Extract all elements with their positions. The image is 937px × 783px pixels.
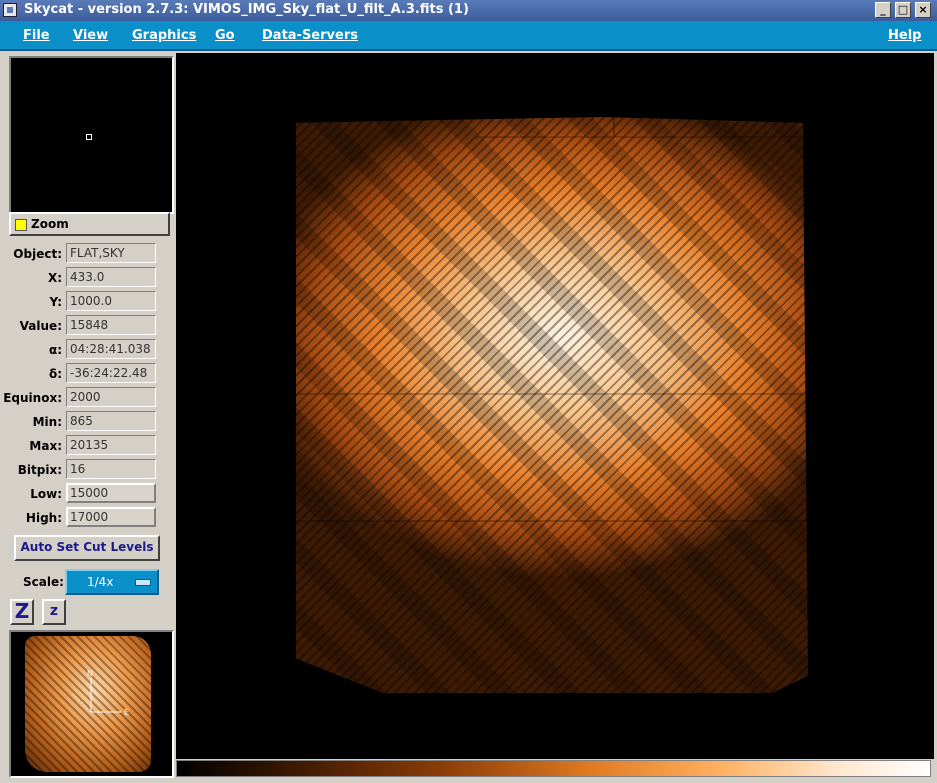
colormap-bar[interactable] xyxy=(176,760,931,777)
high-label: High: xyxy=(25,511,62,525)
title-bar: Skycat - version 2.7.3: VIMOS_IMG_Sky_fl… xyxy=(0,0,937,21)
maximize-button[interactable]: □ xyxy=(895,2,911,18)
svg-text:E: E xyxy=(124,708,129,717)
min-label: Min: xyxy=(32,415,62,429)
ra-label: α: xyxy=(48,343,62,357)
menu-help[interactable]: Help xyxy=(888,28,921,43)
value-field: 15848 xyxy=(66,315,156,335)
object-label: Object: xyxy=(13,247,62,261)
min-field: 865 xyxy=(66,411,156,431)
svg-text:N: N xyxy=(87,669,93,678)
zoom-toggle[interactable]: Zoom xyxy=(9,212,170,236)
info-row-y: Y: 1000.0 xyxy=(6,291,174,313)
control-panel: Zoom Object: FLAT,SKY X: 433.0 Y: 1000.0… xyxy=(3,53,174,778)
info-row-object: Object: FLAT,SKY xyxy=(6,243,174,265)
auto-set-cut-levels-button[interactable]: Auto Set Cut Levels xyxy=(14,535,160,561)
scale-menu-button[interactable]: 1/4x xyxy=(65,569,159,595)
zoom-in-button[interactable]: Z xyxy=(10,599,34,625)
equinox-field: 2000 xyxy=(66,387,156,407)
zoom-checkbox[interactable] xyxy=(15,219,27,231)
fits-image[interactable] xyxy=(296,117,808,693)
panner-view[interactable] xyxy=(9,56,174,214)
low-label: Low: xyxy=(30,487,62,501)
bitpix-field: 16 xyxy=(66,459,156,479)
image-canvas[interactable] xyxy=(176,53,934,759)
compass-icon: N E xyxy=(72,669,129,717)
panner-viewport-marker[interactable] xyxy=(86,134,92,140)
bitpix-label: Bitpix: xyxy=(17,463,62,477)
info-row-low: Low: 15000 xyxy=(6,483,174,505)
high-cut-input[interactable]: 17000 xyxy=(66,507,156,527)
zoom-window[interactable]: N E xyxy=(9,630,174,778)
option-menu-indicator-icon xyxy=(135,579,151,586)
menu-view[interactable]: View xyxy=(73,28,108,43)
equinox-label: Equinox: xyxy=(3,391,62,405)
dec-label: δ: xyxy=(48,367,62,381)
info-row-min: Min: 865 xyxy=(6,411,174,433)
minimize-button[interactable]: _ xyxy=(875,2,891,18)
zoom-out-button[interactable]: z xyxy=(42,599,66,625)
info-row-ra: α: 04:28:41.038 xyxy=(6,339,174,361)
info-row-high: High: 17000 xyxy=(6,507,174,529)
object-field: FLAT,SKY xyxy=(66,243,156,263)
max-label: Max: xyxy=(29,439,62,453)
menu-data-servers[interactable]: Data-Servers xyxy=(262,28,358,43)
low-cut-input[interactable]: 15000 xyxy=(66,483,156,503)
y-field: 1000.0 xyxy=(66,291,156,311)
app-icon[interactable] xyxy=(3,3,17,17)
x-label: X: xyxy=(47,271,62,285)
menu-bar: File View Graphics Go Data-Servers Help xyxy=(0,21,937,51)
close-button[interactable]: × xyxy=(915,2,931,18)
menu-file[interactable]: File xyxy=(23,28,50,43)
max-field: 20135 xyxy=(66,435,156,455)
scale-value: 1/4x xyxy=(87,575,114,589)
window-title: Skycat - version 2.7.3: VIMOS_IMG_Sky_fl… xyxy=(24,2,469,17)
info-row-max: Max: 20135 xyxy=(6,435,174,457)
dec-field: -36:24:22.48 xyxy=(66,363,156,383)
info-row-bitpix: Bitpix: 16 xyxy=(6,459,174,481)
y-label: Y: xyxy=(49,295,62,309)
info-row-value: Value: 15848 xyxy=(6,315,174,337)
menu-graphics[interactable]: Graphics xyxy=(132,28,196,43)
value-label: Value: xyxy=(19,319,62,333)
menu-go[interactable]: Go xyxy=(215,28,235,43)
scale-label: Scale: xyxy=(23,575,64,589)
info-row-dec: δ: -36:24:22.48 xyxy=(6,363,174,385)
info-row-equinox: Equinox: 2000 xyxy=(3,387,174,409)
x-field: 433.0 xyxy=(66,267,156,287)
ra-field: 04:28:41.038 xyxy=(66,339,156,359)
zoom-label: Zoom xyxy=(31,217,69,231)
info-row-x: X: 433.0 xyxy=(6,267,174,289)
